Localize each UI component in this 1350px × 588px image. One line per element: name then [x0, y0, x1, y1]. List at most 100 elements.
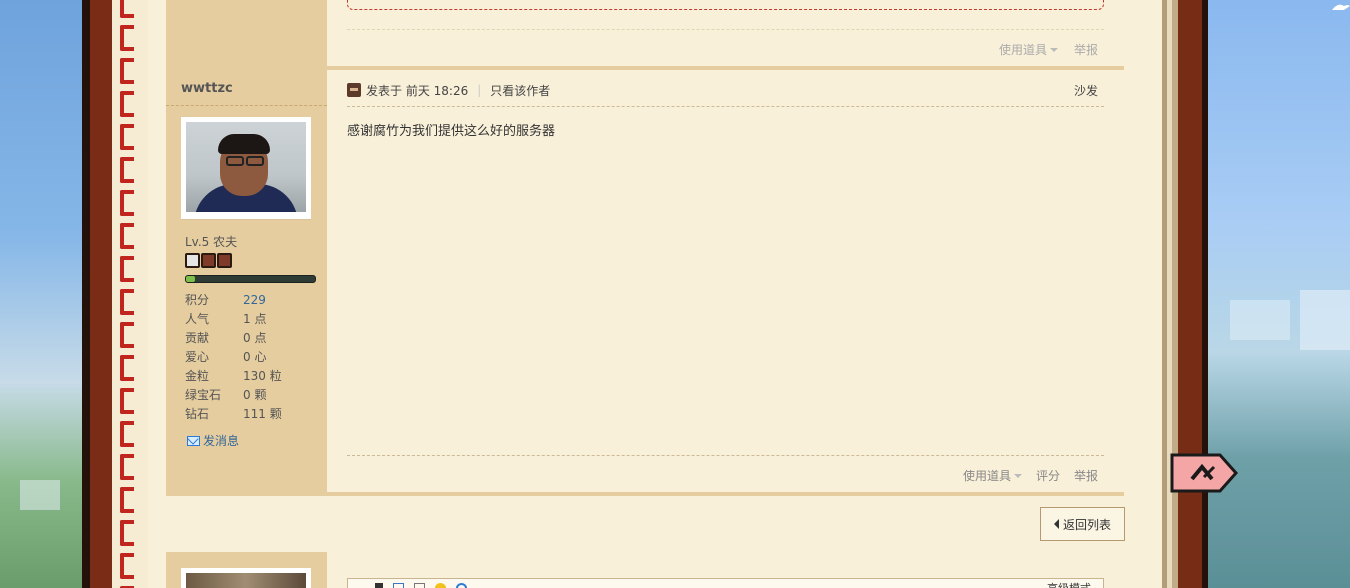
binding-stitch	[120, 421, 134, 447]
chevron-down-icon	[1013, 474, 1022, 478]
report-button[interactable]: 举报	[1074, 467, 1098, 484]
stat-label: 贡献	[185, 331, 210, 345]
binding-stitch	[120, 322, 134, 348]
binding-stitch	[120, 553, 134, 579]
stat-row: 钻石 111 颗	[185, 405, 282, 424]
image-icon[interactable]	[456, 583, 467, 588]
post-actions: 使用道具 评分 举报	[963, 467, 1098, 484]
stat-row: 积分 229	[185, 291, 282, 310]
stat-value: 0 颗	[243, 388, 267, 402]
binding-stitch	[120, 454, 134, 480]
previous-post-footer-divider	[347, 29, 1104, 30]
rank-badges	[185, 253, 232, 268]
online-status-icon	[347, 83, 361, 97]
binding-stitch	[120, 91, 134, 117]
stat-label: 钻石	[185, 407, 210, 421]
previous-post-actions: 使用道具 举报	[999, 41, 1098, 58]
back-to-top-icon[interactable]	[1170, 449, 1240, 499]
stat-row: 贡献 0 点	[185, 329, 282, 348]
stat-row: 人气 1 点	[185, 310, 282, 329]
meta-separator: |	[477, 83, 482, 97]
stat-value: 1 点	[243, 312, 267, 326]
back-to-list-label: 返回列表	[1062, 517, 1111, 532]
book-spine	[90, 0, 112, 588]
rank-badge-icon	[217, 253, 232, 268]
stat-label: 人气	[185, 312, 210, 326]
stat-row: 绿宝石 0 颗	[185, 386, 282, 405]
stat-row: 爱心 0 心	[185, 348, 282, 367]
binding-stitch	[120, 256, 134, 282]
floor-number-link[interactable]: 沙发	[1074, 82, 1098, 99]
avatar[interactable]	[181, 117, 311, 219]
avatar-photo	[186, 122, 306, 212]
binding-stitch	[120, 58, 134, 84]
book-cover-right-shadow	[1202, 0, 1208, 588]
use-item-label: 使用道具	[962, 469, 1011, 483]
send-message-link[interactable]: 发消息	[187, 432, 239, 449]
use-item-button[interactable]: 使用道具	[963, 467, 1022, 484]
binding-stitch	[120, 223, 134, 249]
binding-stitch	[120, 289, 134, 315]
report-button[interactable]: 举报	[1074, 41, 1098, 58]
post-content: 感谢腐竹为我们提供这么好的服务器	[347, 124, 556, 139]
quote-icon[interactable]	[414, 583, 425, 588]
reply-editor-toolbar: 高级模式	[347, 578, 1104, 588]
stat-value: 0 心	[243, 350, 267, 364]
binding-stitch	[120, 157, 134, 183]
advanced-mode-link[interactable]: 高级模式	[1047, 580, 1091, 588]
cloud-shape	[1230, 300, 1290, 340]
reply-avatar	[181, 568, 311, 588]
stat-value: 0 点	[243, 331, 267, 345]
post-divider	[166, 492, 1124, 496]
only-author-link[interactable]: 只看该作者	[490, 82, 550, 99]
chevron-down-icon	[1049, 48, 1058, 52]
author-stats: 积分 229 人气 1 点 贡献 0 点 爱心 0 心 金粒 130 粒 绿宝石 0 颗 钻…	[185, 291, 282, 424]
book-cover-right	[1178, 0, 1202, 588]
posted-prefix: 发表于	[366, 83, 403, 98]
font-icon[interactable]	[354, 583, 365, 588]
rank-badge-icon	[185, 253, 200, 268]
post-meta-divider	[347, 106, 1104, 107]
rate-button[interactable]: 评分	[1036, 467, 1060, 484]
previous-post-quote-box	[347, 0, 1104, 10]
send-message-label: 发消息	[203, 434, 240, 448]
stat-label: 爱心	[185, 350, 210, 364]
user-level[interactable]: Lv.5 农夫	[185, 233, 237, 250]
stat-value-link[interactable]: 229	[243, 291, 266, 310]
cloud-shape	[1300, 290, 1350, 350]
bird-icon	[1332, 4, 1350, 10]
binding-stitch	[120, 0, 134, 18]
experience-bar	[185, 275, 316, 283]
binding-stitch	[120, 124, 134, 150]
back-to-list-button[interactable]: 返回列表	[1040, 507, 1125, 541]
use-item-label: 使用道具	[998, 43, 1047, 57]
author-divider	[166, 105, 327, 106]
post-meta: 发表于 前天 18:26 | 只看该作者 沙发	[347, 82, 1104, 98]
stat-label: 绿宝石	[185, 388, 222, 402]
mail-icon	[187, 435, 200, 446]
cloud-shape	[20, 480, 60, 510]
binding-stitch	[120, 355, 134, 381]
text-color-icon[interactable]	[375, 583, 383, 588]
binding-stitch	[120, 25, 134, 51]
arrow-left-icon	[1053, 519, 1059, 529]
post-footer-divider	[347, 455, 1104, 456]
binding-stitch	[120, 388, 134, 414]
book-spine-shadow	[82, 0, 90, 588]
binding-stitch	[120, 520, 134, 546]
rank-badge-icon	[201, 253, 216, 268]
stat-label: 金粒	[185, 369, 210, 383]
binding-stitch	[120, 190, 134, 216]
use-item-button[interactable]: 使用道具	[999, 41, 1058, 58]
stat-value: 111 颗	[243, 407, 282, 421]
stat-row: 金粒 130 粒	[185, 367, 282, 386]
author-column: wwttzc Lv.5 农夫 积分 229 人气 1 点 贡献 0 点 爱心 0 心 金…	[166, 70, 327, 493]
previous-post-author-column	[166, 0, 327, 66]
experience-bar-fill	[186, 276, 196, 282]
posted-time: 前天 18:26	[405, 83, 469, 98]
smiley-icon[interactable]	[435, 583, 446, 588]
stat-value: 130 粒	[243, 369, 282, 383]
author-name[interactable]: wwttzc	[181, 81, 233, 96]
link-icon[interactable]	[393, 583, 404, 588]
binding-stitch	[120, 487, 134, 513]
